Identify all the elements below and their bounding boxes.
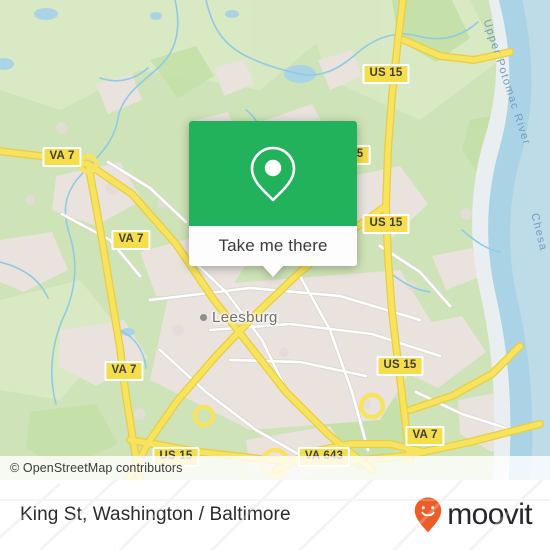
highway-shield-label: US 15 [383, 359, 417, 371]
highway-shield: VA 7 [111, 230, 151, 250]
highway-shield: VA 7 [104, 361, 144, 381]
city-dot-icon [200, 314, 207, 321]
take-me-there-callout[interactable]: Take me there [189, 121, 357, 277]
highway-shield: US 15 [362, 214, 410, 234]
moovit-map-share-card: Leesburg Upper Potomac River Chesa US 15… [0, 0, 550, 550]
osm-attribution-text: © OpenStreetMap contributors [10, 461, 183, 475]
moovit-wordmark: moovit [447, 498, 532, 531]
highway-shield: VA 7 [42, 147, 82, 167]
callout-icon-area [189, 121, 357, 226]
map-pin-icon [250, 146, 296, 201]
footer-bar: King St, Washington / Baltimore moovit [0, 480, 550, 550]
take-me-there-label: Take me there [218, 236, 328, 255]
moovit-logo[interactable]: moovit [413, 496, 533, 534]
moovit-pin-icon [415, 497, 442, 533]
highway-shield: VA 7 [405, 426, 445, 446]
highway-shield: US 15 [376, 356, 424, 376]
highway-shield-label: VA 7 [412, 429, 438, 441]
map-city-label-group: Leesburg [200, 309, 278, 326]
map-city-label: Leesburg [212, 309, 278, 326]
callout-pointer-tail [262, 265, 284, 277]
highway-shield-label: US 15 [369, 67, 403, 79]
highway-shield: US 15 [362, 64, 410, 84]
highway-shield-label: VA 7 [111, 364, 137, 376]
highway-shield-label: VA 7 [49, 150, 75, 162]
highway-shield-label: VA 7 [118, 233, 144, 245]
location-title: King St, Washington / Baltimore [20, 504, 291, 525]
highway-shield-label: 5 [356, 148, 364, 160]
callout-action-area[interactable]: Take me there [189, 226, 357, 266]
osm-attribution: © OpenStreetMap contributors [0, 456, 550, 480]
highway-shield-label: US 15 [369, 217, 403, 229]
